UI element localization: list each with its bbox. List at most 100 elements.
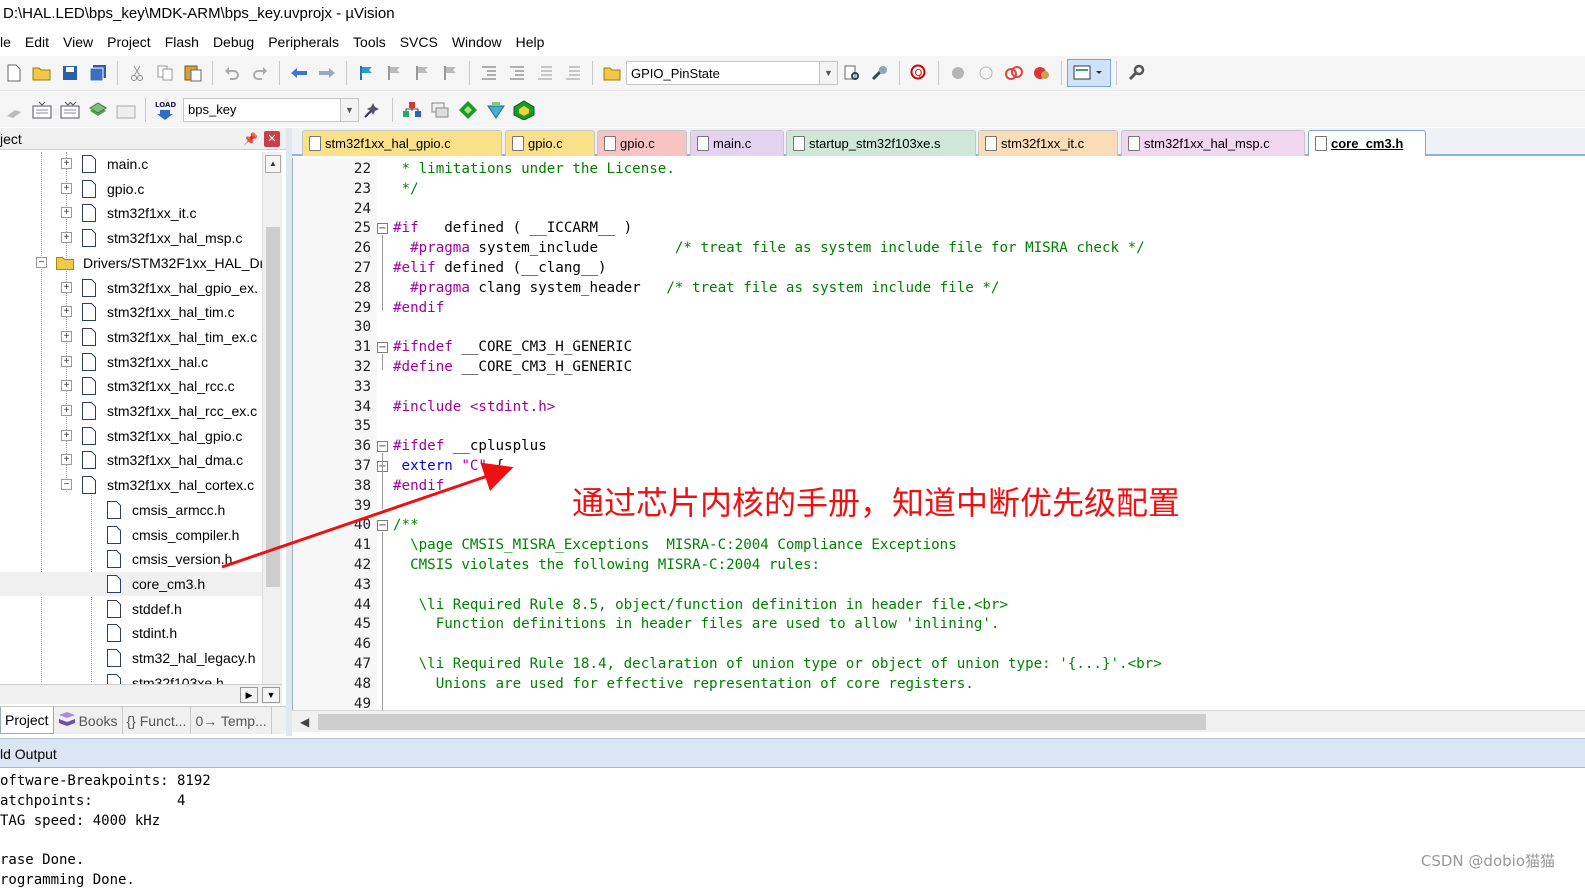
scroll-left-icon[interactable]: ◀	[300, 715, 309, 729]
tree-file[interactable]: + stm32f1xx_hal_gpio.c	[0, 424, 262, 448]
tree-file[interactable]: − stm32f1xx_hal_cortex.c	[0, 473, 262, 497]
download-load-icon[interactable]: LOAD	[151, 96, 179, 124]
project-tree-hscrollbar[interactable]: ▶ ▼	[0, 684, 282, 704]
undo-icon[interactable]	[218, 59, 246, 87]
select-packs-icon[interactable]	[426, 96, 454, 124]
editor-tab[interactable]: startup_stm32f103xe.s	[786, 130, 976, 156]
unindent-icon[interactable]	[503, 59, 531, 87]
menu-flash[interactable]: Flash	[158, 34, 206, 50]
tree-file[interactable]: + stm32f1xx_hal_msp.c	[0, 226, 262, 250]
expand-icon[interactable]: +	[61, 454, 72, 466]
tree-file[interactable]: stddef.h	[0, 597, 262, 621]
menu-edit[interactable]: Edit	[18, 34, 56, 50]
collapse-icon[interactable]: −	[61, 479, 72, 491]
window-layout-icon[interactable]	[1067, 59, 1111, 87]
bookmark-prev-icon[interactable]	[380, 59, 408, 87]
expand-icon[interactable]: +	[61, 281, 72, 293]
editor-hscrollbar[interactable]: ◀	[292, 710, 1585, 732]
manage-rte-icon[interactable]	[454, 96, 482, 124]
editor-tab[interactable]: gpio.c	[597, 130, 687, 156]
scroll-up-icon[interactable]: ▲	[265, 155, 281, 173]
open-folder-icon[interactable]	[28, 59, 56, 87]
collapse-icon[interactable]: −	[36, 256, 47, 268]
expand-icon[interactable]: +	[61, 330, 72, 342]
cut-icon[interactable]	[123, 59, 151, 87]
pack-installer-icon[interactable]	[482, 96, 510, 124]
expand-icon[interactable]: +	[61, 158, 72, 169]
target-select[interactable]: bps_key ▼	[183, 97, 359, 122]
manage-project-items-icon[interactable]	[398, 96, 426, 124]
scroll-thumb[interactable]	[266, 227, 280, 587]
rebuild-icon[interactable]	[56, 96, 84, 124]
editor-tab[interactable]: stm32f1xx_hal_msp.c	[1121, 130, 1305, 156]
tree-file[interactable]: stm32f103xe.h	[0, 671, 262, 684]
copy-icon[interactable]	[151, 59, 179, 87]
incremental-find-icon[interactable]	[866, 59, 894, 87]
scroll-down-icon[interactable]: ▼	[262, 687, 280, 703]
stop-build-icon[interactable]	[112, 96, 140, 124]
breakpoint-disable-all-icon[interactable]	[1000, 59, 1028, 87]
tree-file[interactable]: + stm32f1xx_hal_tim_ex.c	[0, 325, 262, 349]
expand-icon[interactable]: +	[61, 429, 72, 441]
batch-build-icon[interactable]	[84, 96, 112, 124]
panel-tab-functions[interactable]: {} Funct...	[123, 707, 192, 734]
panel-tab-templates[interactable]: 0→ Temp...	[191, 707, 272, 734]
fold-collapse-icon[interactable]: −	[377, 223, 388, 235]
tree-file[interactable]: + stm32f1xx_hal_rcc.c	[0, 374, 262, 398]
tree-file[interactable]: + stm32f1xx_it.c	[0, 201, 262, 225]
tree-file[interactable]: cmsis_armcc.h	[0, 498, 262, 522]
expand-icon[interactable]: +	[61, 182, 72, 194]
breakpoint-insert-icon[interactable]	[944, 59, 972, 87]
fold-collapse-icon[interactable]: −	[377, 520, 388, 532]
bookmark-next-icon[interactable]	[408, 59, 436, 87]
paste-icon[interactable]	[179, 59, 207, 87]
nav-back-icon[interactable]	[285, 59, 313, 87]
breakpoint-enable-icon[interactable]	[972, 59, 1000, 87]
tree-folder[interactable]: − Drivers/STM32F1xx_HAL_Dr	[0, 251, 262, 275]
close-icon[interactable]: ✕	[264, 131, 280, 147]
save-all-icon[interactable]	[84, 59, 112, 87]
expand-icon[interactable]: +	[61, 355, 72, 367]
find-in-files-icon[interactable]	[598, 59, 626, 87]
target-options-icon[interactable]	[359, 96, 387, 124]
menu-view[interactable]: View	[56, 34, 100, 50]
nav-forward-icon[interactable]	[313, 59, 341, 87]
menu-window[interactable]: Window	[445, 34, 509, 50]
code-editor[interactable]: 22 * limitations under the License. 23 */…	[292, 158, 1585, 710]
expand-icon[interactable]: +	[61, 207, 72, 219]
tree-file[interactable]: cmsis_version.h	[0, 547, 262, 571]
expand-icon[interactable]: +	[61, 232, 72, 244]
fold-collapse-icon[interactable]: −	[377, 441, 388, 453]
editor-tab[interactable]: stm32f1xx_hal_gpio.c	[302, 130, 502, 156]
debug-session-icon[interactable]: Q	[905, 59, 933, 87]
editor-tab[interactable]: stm32f1xx_it.c	[978, 130, 1118, 156]
menu-tools[interactable]: Tools	[346, 34, 393, 50]
expand-icon[interactable]: +	[61, 380, 72, 392]
software-packs-icon[interactable]	[510, 96, 538, 124]
menu-svcs[interactable]: SVCS	[393, 34, 445, 50]
tree-file[interactable]: + stm32f1xx_hal.c	[0, 350, 262, 374]
tree-file[interactable]: + stm32f1xx_hal_tim.c	[0, 300, 262, 324]
save-icon[interactable]	[56, 59, 84, 87]
scroll-thumb[interactable]	[318, 714, 1206, 730]
scroll-right-icon[interactable]: ▶	[240, 687, 258, 703]
bookmark-clear-icon[interactable]	[436, 59, 464, 87]
menu-help[interactable]: Help	[509, 34, 552, 50]
translate-icon[interactable]	[0, 96, 28, 124]
indent-icon[interactable]	[475, 59, 503, 87]
tree-file[interactable]: + main.c	[0, 152, 262, 176]
menu-project[interactable]: Project	[100, 34, 158, 50]
project-tree-vscrollbar[interactable]: ▲	[262, 152, 282, 684]
breakpoint-kill-all-icon[interactable]	[1028, 59, 1056, 87]
find-icon[interactable]	[838, 59, 866, 87]
menu-debug[interactable]: Debug	[206, 34, 261, 50]
tree-file[interactable]: stdint.h	[0, 621, 262, 645]
tree-file[interactable]: + stm32f1xx_hal_dma.c	[0, 448, 262, 472]
tree-file[interactable]: cmsis_compiler.h	[0, 523, 262, 547]
menu-le[interactable]: le	[0, 34, 18, 50]
build-icon[interactable]	[28, 96, 56, 124]
editor-tab[interactable]: gpio.c	[505, 130, 595, 156]
editor-tab[interactable]: main.c	[690, 130, 784, 156]
bookmark-icon[interactable]	[352, 59, 380, 87]
uncomment-icon[interactable]	[559, 59, 587, 87]
